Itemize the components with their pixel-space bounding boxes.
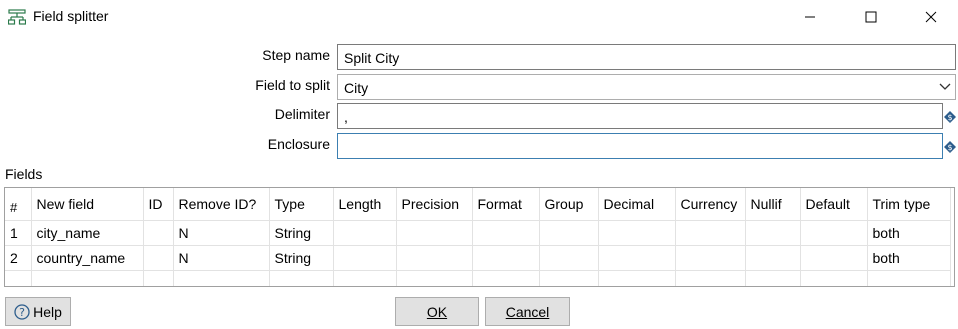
table-cell[interactable]: String bbox=[269, 220, 334, 246]
table-cell[interactable] bbox=[539, 220, 599, 246]
table-cell[interactable] bbox=[745, 220, 801, 246]
help-button[interactable]: ? Help bbox=[5, 297, 71, 326]
table-cell[interactable] bbox=[598, 220, 676, 246]
maximize-icon bbox=[865, 11, 877, 23]
column-header[interactable]: Currency bbox=[675, 188, 746, 221]
svg-text:?: ? bbox=[19, 306, 25, 319]
column-header[interactable]: Default bbox=[800, 188, 868, 221]
column-header[interactable]: Remove ID? bbox=[173, 188, 270, 221]
column-header[interactable]: Group bbox=[539, 188, 599, 221]
delimiter-input[interactable]: , bbox=[337, 103, 943, 129]
close-button[interactable] bbox=[911, 4, 951, 30]
table-cell[interactable] bbox=[675, 220, 746, 246]
table-cell[interactable] bbox=[143, 220, 174, 246]
ok-button-label: OK bbox=[426, 303, 448, 320]
cancel-button[interactable]: Cancel bbox=[485, 297, 570, 326]
field-to-split-select[interactable]: City bbox=[337, 74, 956, 100]
table-cell[interactable] bbox=[333, 245, 397, 271]
table-cell[interactable] bbox=[539, 245, 599, 271]
step-name-label: Step name bbox=[262, 47, 330, 63]
table-cell[interactable]: N bbox=[173, 245, 270, 271]
table-cell[interactable] bbox=[675, 245, 746, 271]
delimiter-label: Delimiter bbox=[274, 106, 330, 122]
maximize-button[interactable] bbox=[851, 4, 891, 30]
fields-section-label: Fields bbox=[5, 166, 43, 182]
table-row[interactable]: 1 city_name N String both bbox=[5, 220, 951, 246]
column-header[interactable]: Type bbox=[269, 188, 334, 221]
table-cell[interactable] bbox=[745, 245, 801, 271]
table-cell[interactable] bbox=[143, 245, 174, 271]
cancel-button-label: Cancel bbox=[505, 303, 550, 320]
field-splitter-icon bbox=[7, 9, 27, 25]
column-header[interactable]: Length bbox=[333, 188, 397, 221]
table-cell[interactable] bbox=[800, 220, 868, 246]
column-header[interactable]: Format bbox=[472, 188, 540, 221]
ok-button[interactable]: OK bbox=[395, 297, 479, 326]
field-to-split-label: Field to split bbox=[255, 77, 330, 93]
table-cell[interactable] bbox=[598, 245, 676, 271]
table-cell[interactable] bbox=[396, 220, 473, 246]
table-cell[interactable]: N bbox=[173, 220, 270, 246]
step-name-input[interactable]: Split City bbox=[337, 44, 956, 70]
minimize-icon bbox=[805, 16, 815, 18]
column-header[interactable]: ID bbox=[143, 188, 174, 221]
chevron-down-icon[interactable] bbox=[935, 75, 955, 99]
close-icon bbox=[925, 11, 937, 23]
table-cell[interactable]: both bbox=[867, 245, 951, 271]
column-header[interactable]: New field bbox=[31, 188, 144, 221]
table-cell[interactable]: 2 bbox=[5, 245, 32, 271]
help-icon: ? bbox=[14, 303, 30, 320]
table-cell[interactable]: both bbox=[867, 220, 951, 246]
minimize-button[interactable] bbox=[790, 4, 830, 30]
title-bar: Field splitter bbox=[0, 0, 958, 34]
table-cell[interactable] bbox=[472, 245, 540, 271]
table-cell[interactable] bbox=[800, 245, 868, 271]
window-title: Field splitter bbox=[33, 8, 109, 24]
column-header[interactable]: # bbox=[5, 188, 32, 221]
table-cell[interactable]: String bbox=[269, 245, 334, 271]
enclosure-label: Enclosure bbox=[267, 136, 330, 152]
column-header[interactable]: Trim type bbox=[867, 188, 951, 221]
help-button-label: Help bbox=[33, 303, 62, 320]
table-header-row: # New field ID Remove ID? Type Length Pr… bbox=[5, 188, 951, 221]
table-cell[interactable] bbox=[472, 220, 540, 246]
fields-table[interactable]: # New field ID Remove ID? Type Length Pr… bbox=[4, 187, 955, 287]
table-cell[interactable] bbox=[333, 220, 397, 246]
field-to-split-value: City bbox=[344, 80, 369, 96]
table-cell[interactable] bbox=[396, 245, 473, 271]
table-cell[interactable]: city_name bbox=[31, 220, 144, 246]
enclosure-input[interactable] bbox=[337, 133, 943, 159]
table-cell[interactable]: country_name bbox=[31, 245, 144, 271]
column-header[interactable]: Precision bbox=[396, 188, 473, 221]
column-header[interactable]: Decimal bbox=[598, 188, 676, 221]
svg-text:$: $ bbox=[947, 143, 952, 152]
variable-icon[interactable]: $ bbox=[944, 110, 956, 123]
table-row-empty[interactable] bbox=[5, 270, 951, 286]
svg-text:$: $ bbox=[947, 113, 952, 122]
table-row[interactable]: 2 country_name N String both bbox=[5, 245, 951, 271]
table-cell[interactable]: 1 bbox=[5, 220, 32, 246]
column-header[interactable]: Nullif bbox=[745, 188, 801, 221]
variable-icon[interactable]: $ bbox=[944, 140, 956, 153]
